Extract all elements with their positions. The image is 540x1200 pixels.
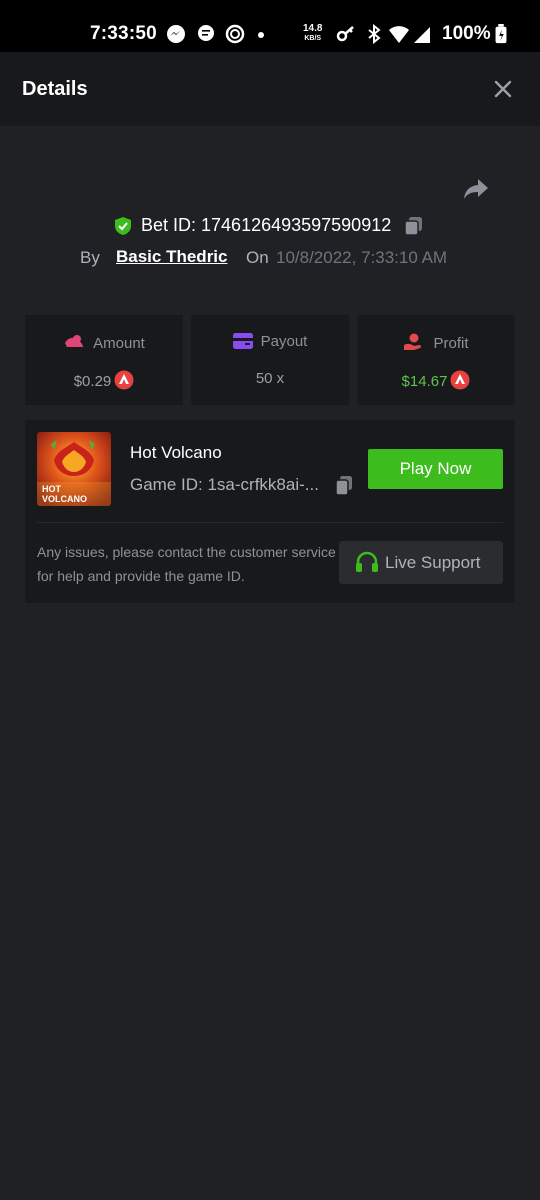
- profit-value: $14.67: [401, 373, 448, 390]
- help-text: Any issues, please contact the customer …: [37, 544, 336, 584]
- payout-icon: [232, 333, 253, 349]
- wifi-icon: [389, 26, 409, 43]
- payout-value: 50 x: [255, 370, 285, 387]
- signal-icon: [414, 27, 430, 43]
- headset-icon: [356, 551, 378, 572]
- live-support-button[interactable]: Live Support: [339, 541, 503, 584]
- game-name: Hot Volcano: [130, 443, 222, 462]
- bet-id: Bet ID: 1746126493597590912: [141, 215, 392, 235]
- copy-game-id-icon[interactable]: [334, 475, 354, 497]
- profit-label: Profit: [433, 335, 469, 352]
- avax-coin-icon: [450, 370, 470, 390]
- on-label: On: [246, 248, 269, 267]
- profit-icon: [404, 333, 422, 350]
- play-now-button[interactable]: Play Now: [368, 449, 503, 489]
- status-bar: 7:33:50 14.8 KB/S 100%: [0, 0, 540, 52]
- amount-value: $0.29: [73, 373, 112, 390]
- share-icon[interactable]: [462, 176, 490, 202]
- page-title: Details: [22, 78, 88, 100]
- status-time: 7:33:50: [90, 23, 157, 44]
- details-header: Details: [0, 52, 540, 126]
- svg-text:VOLCANO: VOLCANO: [42, 494, 87, 504]
- verified-shield-icon: [115, 217, 131, 235]
- bet-date: 10/8/2022, 7:33:10 AM: [276, 248, 448, 267]
- copy-bet-id-icon[interactable]: [403, 215, 425, 237]
- dot-icon: [258, 32, 264, 38]
- amount-label: Amount: [93, 335, 145, 352]
- chat-icon: [198, 25, 214, 41]
- by-label: By: [80, 248, 100, 267]
- svg-text:HOT: HOT: [42, 484, 62, 494]
- battery-icon: [495, 24, 507, 44]
- game-card: HOT VOLCANO Hot Volcano Game ID: 1sa-crf…: [25, 420, 515, 603]
- game-id: Game ID: 1sa-crfkk8ai-...: [130, 475, 319, 494]
- battery-percent: 100%: [442, 23, 491, 44]
- payout-card: Payout 50 x: [191, 315, 349, 405]
- divider: [37, 522, 503, 523]
- app-ring-icon: [225, 24, 245, 44]
- network-speed: 14.8 KB/S: [303, 23, 323, 43]
- messenger-icon: [167, 25, 185, 43]
- game-thumbnail[interactable]: HOT VOLCANO: [37, 432, 111, 506]
- avax-coin-icon: [114, 370, 134, 390]
- close-icon[interactable]: [490, 76, 516, 102]
- profit-card: Profit $14.67: [357, 315, 515, 405]
- amount-icon: [65, 335, 84, 347]
- amount-card: Amount $0.29: [25, 315, 183, 405]
- payout-label: Payout: [260, 333, 308, 350]
- live-support-label: Live Support: [385, 553, 481, 572]
- bettor-username-link[interactable]: Basic Thedric: [116, 247, 228, 267]
- bluetooth-icon: [368, 24, 381, 44]
- key-icon: [336, 26, 354, 42]
